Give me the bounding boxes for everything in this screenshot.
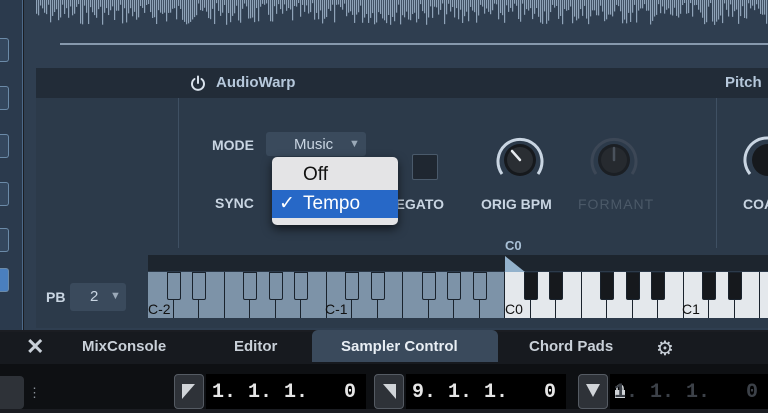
black-key[interactable]: [472, 272, 487, 300]
chevron-down-icon: ▼: [110, 290, 121, 302]
checkmark-icon: ✓: [279, 193, 295, 214]
black-key[interactable]: [523, 272, 538, 300]
left-locator-display[interactable]: 1. 1. 1. 0: [206, 374, 366, 409]
punch-icon: [586, 384, 600, 397]
mode-value: Music: [294, 136, 334, 153]
strip-button-active[interactable]: [0, 268, 9, 292]
menu-item-off[interactable]: Off: [272, 161, 398, 189]
partial-knob[interactable]: [740, 134, 768, 184]
strip-button[interactable]: [0, 38, 9, 62]
tab-editor[interactable]: Editor: [234, 338, 277, 355]
pitch-section-title: Pitch: [725, 74, 762, 91]
tab-mixconsole[interactable]: MixConsole: [82, 338, 166, 355]
audiowarp-title: AudioWarp: [216, 74, 296, 91]
power-icon[interactable]: [190, 75, 206, 91]
right-locator-display[interactable]: 9. 1. 1. 0: [406, 374, 566, 409]
locator-left-icon: [182, 384, 195, 399]
octave-label: C0: [505, 301, 523, 317]
strip-button[interactable]: [0, 134, 9, 158]
section-divider: [716, 98, 717, 248]
formant-label: FORMANT: [578, 196, 655, 212]
right-locator-value: 9. 1. 1. 0: [411, 381, 556, 404]
audiowarp-body: [36, 98, 768, 248]
octave-label: C-2: [148, 301, 171, 317]
partial-knob-label: COA: [743, 196, 768, 212]
punch-value: 1. 1. 1. 0: [613, 381, 758, 404]
mode-label: MODE: [212, 137, 254, 153]
gear-icon[interactable]: ⚙: [656, 336, 674, 361]
black-key[interactable]: [421, 272, 436, 300]
black-key[interactable]: [192, 272, 206, 300]
strip-button[interactable]: [0, 86, 9, 110]
left-track-strip: [0, 0, 23, 330]
formant-knob[interactable]: [586, 134, 642, 184]
black-key[interactable]: [447, 272, 461, 300]
legato-checkbox[interactable]: [412, 154, 438, 180]
black-key[interactable]: [243, 272, 257, 300]
locator-right-icon: [383, 384, 396, 399]
sync-dropdown-menu: Off ✓ Tempo: [272, 157, 398, 225]
black-key[interactable]: [651, 272, 665, 300]
drag-handle-icon[interactable]: ⋮: [28, 385, 41, 401]
black-key[interactable]: [294, 272, 308, 300]
black-key[interactable]: [600, 272, 614, 300]
section-divider: [178, 98, 179, 248]
orig-bpm-knob[interactable]: [492, 134, 548, 184]
black-key[interactable]: [268, 272, 283, 300]
strip-button[interactable]: [0, 182, 9, 206]
audiowarp-section-header: [36, 68, 768, 98]
key-range-strip[interactable]: [148, 255, 768, 271]
orig-bpm-label: ORIG BPM: [481, 196, 552, 212]
octave-label: C1: [682, 301, 700, 317]
piano-keyboard[interactable]: [148, 272, 768, 318]
black-key[interactable]: [166, 272, 181, 300]
chevron-down-icon: ▼: [349, 138, 360, 150]
punch-display[interactable]: 1. 1. 1. 0: [610, 374, 768, 409]
mode-dropdown[interactable]: Music ▼: [266, 132, 366, 156]
pitchbend-label: PB: [46, 289, 66, 305]
left-locator-value: 1. 1. 1. 0: [211, 381, 356, 404]
black-key[interactable]: [549, 272, 563, 300]
tab-sampler-control[interactable]: Sampler Control: [341, 338, 458, 355]
menu-item-tempo[interactable]: ✓ Tempo: [272, 190, 398, 218]
strip-button[interactable]: [0, 228, 9, 252]
black-key[interactable]: [702, 272, 716, 300]
octave-label: C-1: [325, 301, 348, 317]
locator-button[interactable]: [374, 374, 404, 409]
transport-edge-button[interactable]: [0, 376, 24, 409]
waveform-range-line[interactable]: [60, 43, 768, 45]
black-key[interactable]: [370, 272, 385, 300]
menu-item-off-label: Off: [303, 164, 328, 185]
locator-button[interactable]: [174, 374, 204, 409]
pitchbend-range-dropdown[interactable]: 2 ▼: [70, 283, 126, 311]
white-key[interactable]: [760, 272, 768, 318]
close-icon[interactable]: ✕: [26, 334, 44, 360]
sync-label: SYNC: [215, 195, 254, 211]
punch-button[interactable]: [578, 374, 608, 409]
black-key[interactable]: [345, 272, 359, 300]
tab-chord-pads[interactable]: Chord Pads: [529, 338, 613, 355]
pitchbend-value: 2: [90, 288, 99, 305]
black-key[interactable]: [625, 272, 640, 300]
root-key-marker-label: C0: [505, 238, 522, 253]
black-key[interactable]: [727, 272, 742, 300]
audio-waveform: [36, 0, 768, 25]
menu-item-tempo-label: Tempo: [303, 193, 361, 214]
root-key-marker-icon[interactable]: [505, 256, 525, 272]
